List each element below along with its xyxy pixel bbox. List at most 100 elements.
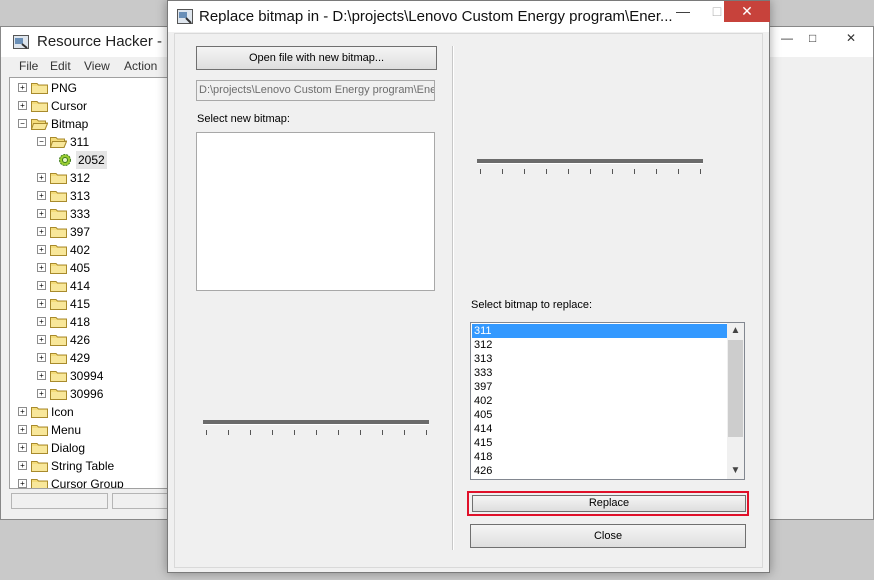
tree-item[interactable]: +414 [10, 277, 168, 295]
slider-tick [316, 430, 317, 435]
bitmap-list-item[interactable]: 405 [472, 408, 727, 422]
expand-icon[interactable]: + [37, 227, 46, 236]
tree-item[interactable]: − Bitmap [10, 115, 168, 133]
tree-item[interactable]: +429 [10, 349, 168, 367]
tree-item-label: 418 [70, 315, 91, 329]
tree-item[interactable]: + Cursor [10, 97, 168, 115]
replace-button[interactable]: Replace [472, 495, 746, 512]
tree-item[interactable]: +415 [10, 295, 168, 313]
folder-icon [50, 315, 67, 328]
scroll-up-arrow[interactable]: ▲ [727, 323, 744, 339]
main-maximize-button[interactable]: □ [809, 31, 816, 45]
tree-item[interactable]: − 311 [10, 133, 168, 151]
bitmap-list-item[interactable]: 426 [472, 464, 727, 478]
bitmap-list-item[interactable]: 397 [472, 380, 727, 394]
tree-item[interactable]: +30996 [10, 385, 168, 403]
folder-icon [50, 261, 67, 274]
tree-item[interactable]: +333 [10, 205, 168, 223]
main-minimize-button[interactable]: — [781, 31, 793, 45]
bitmap-list-item[interactable]: 418 [472, 450, 727, 464]
expand-icon[interactable]: + [18, 101, 27, 110]
expand-icon[interactable]: + [37, 263, 46, 272]
tree-item-label: 312 [70, 171, 91, 185]
slider-tick [612, 169, 613, 174]
folder-icon [31, 99, 48, 112]
tree-item[interactable]: 2052 [10, 151, 168, 169]
tree-item[interactable]: +312 [10, 169, 168, 187]
folder-icon [50, 243, 67, 256]
expand-icon[interactable]: + [37, 281, 46, 290]
tree-item[interactable]: + Icon [10, 403, 168, 421]
tree-item[interactable]: +30994 [10, 367, 168, 385]
list-scrollbar[interactable]: ▲ ▼ [727, 323, 744, 479]
tree-item-label: Menu [51, 423, 82, 437]
dialog-minimize-button[interactable]: — [668, 3, 698, 23]
bitmap-list-item[interactable]: 312 [472, 338, 727, 352]
menu-action[interactable]: Action [124, 59, 157, 73]
scroll-down-arrow[interactable]: ▼ [727, 463, 744, 479]
slider-tick [568, 169, 569, 174]
expand-icon[interactable]: + [18, 425, 27, 434]
expand-icon[interactable]: + [18, 443, 27, 452]
tree-item[interactable]: + PNG [10, 79, 168, 97]
tree-item[interactable]: + Menu [10, 421, 168, 439]
scroll-thumb[interactable] [728, 340, 743, 437]
bitmap-list-item[interactable]: 333 [472, 366, 727, 380]
select-bitmap-replace-label: Select bitmap to replace: [471, 299, 593, 311]
vertical-divider [452, 46, 454, 550]
expand-icon[interactable]: + [37, 317, 46, 326]
folder-icon [50, 171, 67, 184]
slider-tick [524, 169, 525, 174]
replace-bitmap-dialog: Replace bitmap in - D:\projects\Lenovo C… [167, 0, 770, 573]
bitmap-list-item[interactable]: 311 [472, 324, 727, 338]
menu-view[interactable]: View [84, 59, 110, 73]
folder-icon [50, 225, 67, 238]
collapse-icon[interactable]: − [37, 137, 46, 146]
expand-icon[interactable]: + [37, 245, 46, 254]
tree-item[interactable]: +405 [10, 259, 168, 277]
tree-item[interactable]: +397 [10, 223, 168, 241]
expand-icon[interactable]: + [18, 407, 27, 416]
tree-item[interactable]: + Dialog [10, 439, 168, 457]
menu-file[interactable]: File [19, 59, 38, 73]
tree-item[interactable]: + Cursor Group [10, 475, 168, 489]
open-file-button[interactable]: Open file with new bitmap... [196, 46, 437, 70]
collapse-icon[interactable]: − [18, 119, 27, 128]
folder-icon [31, 81, 48, 94]
expand-icon[interactable]: + [37, 191, 46, 200]
tree-item-label: 30994 [70, 369, 104, 383]
expand-icon[interactable]: + [37, 335, 46, 344]
expand-icon[interactable]: + [18, 461, 27, 470]
bitmap-list-item[interactable]: 402 [472, 394, 727, 408]
tree-item[interactable]: + String Table [10, 457, 168, 475]
bitmap-replace-list[interactable]: 311 312 313 333 397 402 405 414 415 418 426 ▲ ▼ [470, 322, 745, 480]
expand-icon[interactable]: + [37, 353, 46, 362]
expand-icon[interactable]: + [37, 371, 46, 380]
tree-item[interactable]: +402 [10, 241, 168, 259]
slider-tick [294, 430, 295, 435]
expand-icon[interactable]: + [37, 389, 46, 398]
resource-tree[interactable]: + PNG + Cursor − Bitmap −311 2052 +312 +313 +333 +3… [9, 77, 171, 489]
expand-icon[interactable]: + [18, 479, 27, 488]
tree-item-label: 30996 [70, 387, 104, 401]
bitmap-list-item[interactable]: 313 [472, 352, 727, 366]
bitmap-list-item[interactable]: 415 [472, 436, 727, 450]
expand-icon[interactable]: + [18, 83, 27, 92]
main-close-button[interactable]: ✕ [846, 31, 856, 45]
slider-tick [360, 430, 361, 435]
expand-icon[interactable]: + [37, 299, 46, 308]
expand-icon[interactable]: + [37, 173, 46, 182]
tree-item-label: Cursor Group [51, 477, 124, 489]
dialog-close-x-button[interactable]: ✕ [724, 1, 770, 22]
tree-item-label: 414 [70, 279, 91, 293]
menu-edit[interactable]: Edit [50, 59, 71, 73]
bitmap-list-item[interactable]: 414 [472, 422, 727, 436]
tree-item[interactable]: +313 [10, 187, 168, 205]
slider-tick [338, 430, 339, 435]
tree-item[interactable]: +426 [10, 331, 168, 349]
slider-tick [272, 430, 273, 435]
expand-icon[interactable]: + [37, 209, 46, 218]
tree-item[interactable]: +418 [10, 313, 168, 331]
tree-item-label: 333 [70, 207, 91, 221]
close-button[interactable]: Close [470, 524, 746, 548]
